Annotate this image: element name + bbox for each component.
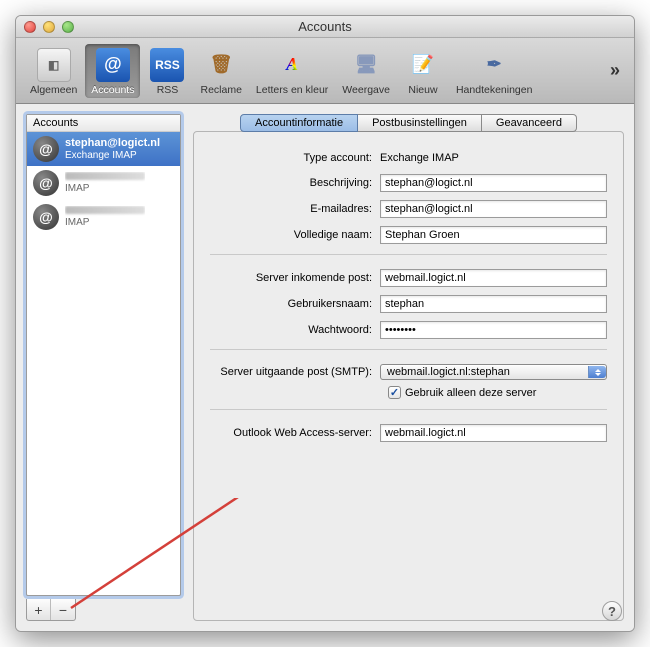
tab-account-info[interactable]: Accountinformatie [240, 114, 358, 132]
owa-label: Outlook Web Access-server: [210, 427, 380, 439]
account-type-value: Exchange IMAP [380, 150, 607, 166]
account-row[interactable]: @ IMAP [27, 166, 180, 200]
toolbar-fonts[interactable]: A Letters en kleur [250, 44, 334, 98]
accounts-sidebar: Accounts @ stephan@logict.nl Exchange IM… [26, 114, 181, 621]
toolbar-general[interactable]: ◧ Algemeen [24, 44, 83, 98]
divider [210, 349, 607, 350]
fonts-icon: A [275, 48, 309, 82]
account-type: IMAP [65, 183, 145, 195]
divider [210, 409, 607, 410]
account-name: stephan@logict.nl [65, 137, 160, 150]
owa-server-input[interactable] [380, 424, 607, 442]
at-icon: @ [33, 136, 59, 162]
email-input[interactable] [380, 200, 607, 218]
use-only-this-server-checkbox[interactable]: ✓ [388, 386, 401, 399]
titlebar: Accounts [16, 16, 634, 38]
toolbar-viewing[interactable]: 🖥 Weergave [336, 44, 396, 98]
detail-tabs: Accountinformatie Postbusinstellingen Ge… [193, 114, 624, 132]
at-icon: @ [96, 48, 130, 82]
toolbar-composing[interactable]: 📝 Nieuw [398, 44, 448, 98]
tab-mailbox-behaviors[interactable]: Postbusinstellingen [358, 114, 482, 132]
tab-advanced[interactable]: Geavanceerd [482, 114, 577, 132]
smtp-label: Server uitgaande post (SMTP): [210, 366, 380, 378]
at-icon: @ [33, 170, 59, 196]
dropdown-handle-icon [588, 366, 606, 378]
account-detail-panel: Accountinformatie Postbusinstellingen Ge… [193, 114, 624, 621]
viewing-icon: 🖥 [349, 48, 383, 82]
add-remove-bar: + − [26, 599, 76, 621]
account-name-redacted [65, 172, 145, 180]
at-icon: @ [33, 204, 59, 230]
account-name-redacted [65, 206, 145, 214]
description-input[interactable] [380, 174, 607, 192]
accounts-list-header: Accounts [27, 115, 180, 132]
incoming-server-label: Server inkomende post: [210, 272, 380, 284]
password-input[interactable] [380, 321, 607, 339]
fullname-input[interactable] [380, 226, 607, 244]
signature-icon: ✒ [477, 48, 511, 82]
username-label: Gebruikersnaam: [210, 298, 380, 310]
toolbar-signatures[interactable]: ✒ Handtekeningen [450, 44, 538, 98]
account-type: Exchange IMAP [65, 150, 160, 162]
divider [210, 254, 607, 255]
smtp-server-value: webmail.logict.nl:stephan [387, 366, 510, 378]
account-type: IMAP [65, 217, 145, 229]
fullname-label: Volledige naam: [210, 229, 380, 241]
switch-icon: ◧ [37, 48, 71, 82]
preferences-window: Accounts ◧ Algemeen @ Accounts RSS RSS 🗑… [15, 15, 635, 632]
add-account-button[interactable]: + [27, 599, 51, 620]
account-row[interactable]: @ stephan@logict.nl Exchange IMAP [27, 132, 180, 166]
toolbar: ◧ Algemeen @ Accounts RSS RSS 🗑 Reclame … [16, 38, 634, 104]
rss-icon: RSS [150, 48, 184, 82]
remove-account-button[interactable]: − [51, 599, 75, 620]
email-label: E-mailadres: [210, 203, 380, 215]
window-title: Accounts [16, 19, 634, 34]
account-row[interactable]: @ IMAP [27, 200, 180, 234]
composing-icon: 📝 [406, 48, 440, 82]
help-button[interactable]: ? [602, 601, 622, 621]
content-area: Accounts @ stephan@logict.nl Exchange IM… [16, 104, 634, 631]
use-only-this-server-label: Gebruik alleen deze server [405, 387, 536, 399]
password-label: Wachtwoord: [210, 324, 380, 336]
toolbar-junk[interactable]: 🗑 Reclame [194, 44, 247, 98]
username-input[interactable] [380, 295, 607, 313]
toolbar-overflow[interactable]: » [610, 60, 626, 81]
account-type-label: Type account: [210, 152, 380, 164]
incoming-server-input[interactable] [380, 269, 607, 287]
description-label: Beschrijving: [210, 177, 380, 189]
toolbar-rss[interactable]: RSS RSS [142, 44, 192, 98]
toolbar-accounts[interactable]: @ Accounts [85, 44, 140, 98]
account-info-form: Type account: Exchange IMAP Beschrijving… [193, 131, 624, 621]
smtp-server-dropdown[interactable]: webmail.logict.nl:stephan [380, 364, 607, 380]
junk-icon: 🗑 [204, 48, 238, 82]
accounts-list[interactable]: Accounts @ stephan@logict.nl Exchange IM… [26, 114, 181, 596]
